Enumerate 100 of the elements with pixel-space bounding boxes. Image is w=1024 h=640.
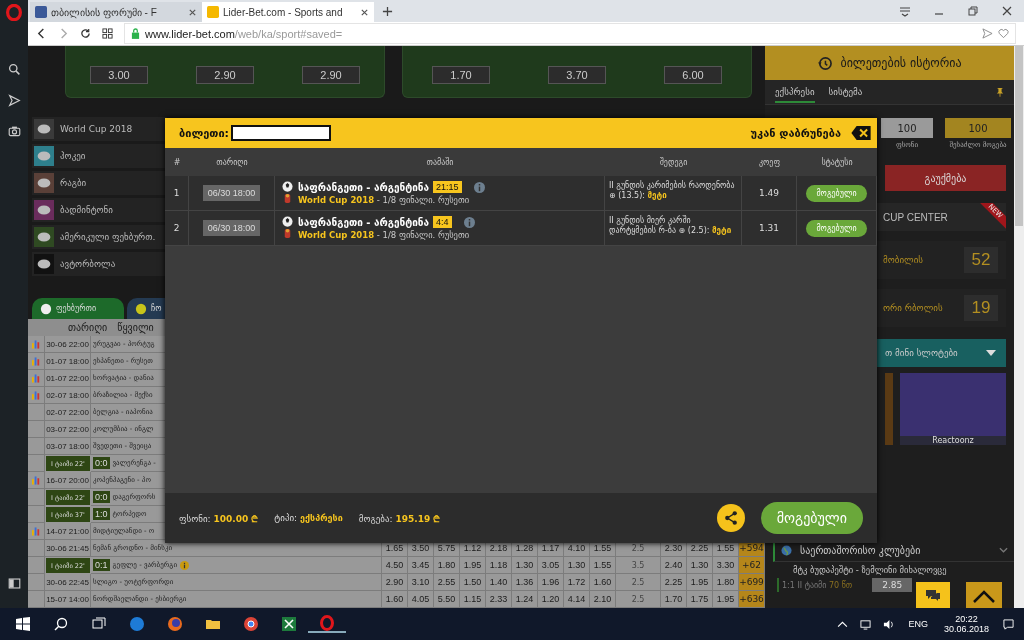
chat-icon[interactable]: [916, 582, 950, 608]
odds-cell[interactable]: 4.50: [382, 557, 408, 574]
opera-logo-icon[interactable]: [6, 4, 22, 21]
odds-cell[interactable]: 4.14: [564, 591, 590, 608]
bet-type-tab[interactable]: ექსპრესი: [775, 81, 815, 103]
backspace-close-icon[interactable]: [851, 126, 871, 140]
sport-item[interactable]: ავტორბოლა: [32, 252, 167, 276]
more-markets-cell[interactable]: +62: [739, 557, 765, 574]
grid-icon[interactable]: [102, 28, 113, 39]
odds-button[interactable]: 6.00: [664, 65, 722, 84]
sport-item[interactable]: ამერიკული ფეხბურთ.: [32, 225, 167, 249]
odds-button[interactable]: 2.90: [196, 65, 254, 84]
odds-cell[interactable]: 1.75: [687, 591, 713, 608]
scroll-up-icon[interactable]: [966, 582, 1002, 608]
odds-cell[interactable]: 2.25: [661, 574, 687, 591]
odds-cell[interactable]: 2.33: [486, 591, 512, 608]
ticket-history-button[interactable]: ბილეთების ისტორია: [765, 46, 1014, 80]
odds-cell[interactable]: 1.80: [434, 557, 460, 574]
odds-button[interactable]: 3.70: [548, 65, 606, 84]
browser-tab[interactable]: Lider-Bet.com - Sports and: [202, 2, 374, 22]
odds-cell[interactable]: 3.45: [408, 557, 434, 574]
odds-cell[interactable]: 1.70: [661, 591, 687, 608]
address-field[interactable]: www.lider-bet.com/web/ka/sport#saved=: [124, 23, 1016, 44]
odds-cell[interactable]: 2.90: [382, 574, 408, 591]
sport-item[interactable]: რაგბი: [32, 171, 167, 195]
sport-item[interactable]: ჰოკეი: [32, 144, 167, 168]
odds-button[interactable]: 3.00: [90, 65, 148, 84]
more-markets-cell[interactable]: +636: [739, 591, 765, 608]
stake-field[interactable]: 100: [881, 118, 933, 138]
info-icon[interactable]: [180, 560, 190, 570]
scrollbar-thumb[interactable]: [1015, 46, 1023, 226]
back-icon[interactable]: [36, 28, 47, 39]
game-thumbnail[interactable]: [885, 373, 893, 445]
odds-cell[interactable]: 1.96: [538, 574, 564, 591]
odds-cell[interactable]: 1.55: [590, 557, 616, 574]
close-icon[interactable]: [360, 7, 369, 17]
odds-button[interactable]: 2.90: [302, 65, 360, 84]
sport-item[interactable]: ბადმინტონი: [32, 198, 167, 222]
odds-cell[interactable]: 1.40: [486, 574, 512, 591]
match-name[interactable]: საფრანგეთი - არგენტინა: [298, 216, 430, 228]
odds-cell[interactable]: 1.30: [512, 557, 538, 574]
bar-chart-icon[interactable]: [31, 475, 41, 485]
more-markets-cell[interactable]: +699: [739, 574, 765, 591]
odds-cell[interactable]: 3.30: [713, 557, 739, 574]
odds-cell[interactable]: 1.30: [564, 557, 590, 574]
reload-icon[interactable]: [80, 28, 91, 39]
odds-cell[interactable]: 5.50: [434, 591, 460, 608]
odds-cell[interactable]: 1.30: [687, 557, 713, 574]
back-link[interactable]: უკან დაბრუნება: [750, 126, 841, 140]
odds-cell[interactable]: 2.55: [434, 574, 460, 591]
odds-cell[interactable]: 3.10: [408, 574, 434, 591]
browser-tab[interactable]: თბილისის ფორუმი - F: [30, 2, 202, 22]
search-icon[interactable]: [7, 63, 21, 76]
match-name[interactable]: საფრანგეთი - არგენტინა: [298, 181, 430, 193]
camera-icon[interactable]: [7, 125, 21, 138]
odds-cell[interactable]: 1.60: [382, 591, 408, 608]
cancel-button[interactable]: გაუქმება: [885, 165, 1006, 191]
odds-cell[interactable]: 1.24: [512, 591, 538, 608]
bar-chart-icon[interactable]: [31, 356, 41, 366]
restore-icon[interactable]: [967, 5, 979, 17]
bar-chart-icon[interactable]: [31, 339, 41, 349]
opera-app-icon[interactable]: [308, 615, 346, 633]
share-icon[interactable]: [716, 504, 745, 532]
sport-tab[interactable]: ფეხბურთი: [32, 298, 124, 319]
odds-cell[interactable]: 1.20: [538, 591, 564, 608]
game-thumbnail[interactable]: Reactoonz: [900, 373, 1006, 445]
odds-button[interactable]: 2.85: [872, 578, 913, 592]
live-match-name[interactable]: მტკ ბუდაპეშტი - ზემლინი მიხალოვცე: [793, 565, 1014, 575]
sport-item[interactable]: World Cup 2018: [32, 117, 167, 141]
bet-type-tab[interactable]: სისტემა: [828, 81, 863, 103]
odds-cell[interactable]: 1.60: [590, 574, 616, 591]
odds-cell[interactable]: 1.95: [713, 591, 739, 608]
odds-cell[interactable]: 1.50: [460, 574, 486, 591]
odds-button[interactable]: 1.70: [432, 65, 490, 84]
bar-chart-icon[interactable]: [31, 526, 41, 536]
new-tab-icon[interactable]: [382, 6, 393, 17]
close-icon[interactable]: [188, 7, 197, 17]
odds-cell[interactable]: 1.36: [512, 574, 538, 591]
tab-menu-icon[interactable]: [899, 5, 911, 17]
odds-cell[interactable]: 2.40: [661, 557, 687, 574]
chevron-icon[interactable]: [999, 547, 1008, 553]
info-icon[interactable]: [463, 216, 475, 228]
sidebar-toggle-icon[interactable]: [7, 577, 21, 590]
odds-cell[interactable]: 1.18: [486, 557, 512, 574]
odds-cell[interactable]: 1.95: [460, 557, 486, 574]
odds-cell[interactable]: 4.05: [408, 591, 434, 608]
odds-cell[interactable]: 1.15: [460, 591, 486, 608]
odds-cell[interactable]: 1.72: [564, 574, 590, 591]
close-icon[interactable]: [1001, 5, 1013, 17]
heart-icon[interactable]: [998, 28, 1009, 39]
odds-cell[interactable]: 2.10: [590, 591, 616, 608]
odds-cell[interactable]: 1.95: [687, 574, 713, 591]
odds-cell[interactable]: 3.05: [538, 557, 564, 574]
bar-chart-icon[interactable]: [31, 390, 41, 400]
send-icon[interactable]: [7, 94, 21, 107]
odds-cell[interactable]: 1.80: [713, 574, 739, 591]
pin-icon[interactable]: [996, 87, 1004, 97]
clock[interactable]: 20:22 30.06.2018: [935, 614, 997, 634]
language-indicator[interactable]: ENG: [900, 619, 936, 629]
bar-chart-icon[interactable]: [31, 373, 41, 383]
